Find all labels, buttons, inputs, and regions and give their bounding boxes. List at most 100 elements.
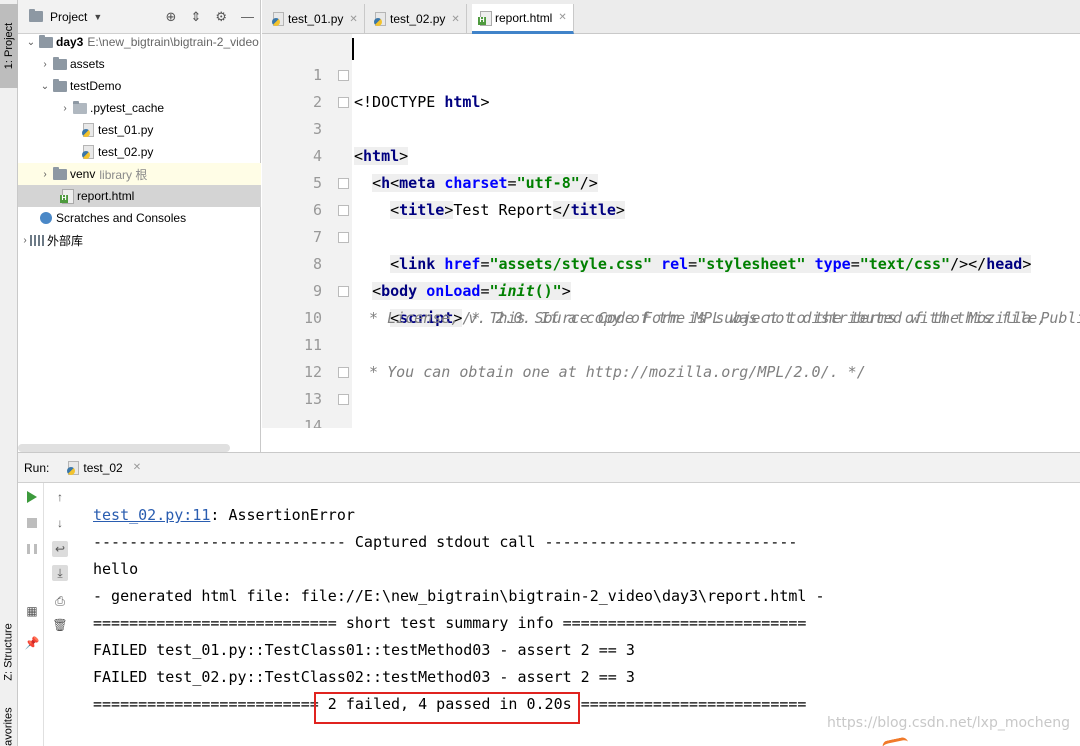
tree-item-label: venv xyxy=(70,167,96,181)
code-line: 15 return null; xyxy=(262,413,1080,428)
soft-wrap-button[interactable]: ↩ xyxy=(52,541,68,557)
console-toolbar: ↑ ↓ ↩ ⤓ ⎙ 🗑 xyxy=(50,483,76,746)
stop-icon xyxy=(27,518,37,528)
tree-item-assets[interactable]: › assets xyxy=(18,53,261,75)
tree-item-label: testDemo xyxy=(70,79,122,93)
locate-icon[interactable]: ⊕ xyxy=(166,9,177,25)
project-tool-tab-label: 1: Project xyxy=(3,22,15,70)
scroll-to-end-icon: ⤓ xyxy=(57,565,63,580)
tree-item-test-01[interactable]: test_01.py xyxy=(18,119,261,141)
fold-icon[interactable] xyxy=(338,367,349,378)
tree-item-scratches[interactable]: Scratches and Consoles xyxy=(18,207,261,229)
print-button[interactable]: ⎙ xyxy=(52,593,68,609)
code-line: 10 * You can obtain one at http://mozill… xyxy=(262,278,1080,381)
close-icon[interactable]: ✕ xyxy=(133,462,141,473)
fold-icon[interactable] xyxy=(338,286,349,297)
code-line: 13 function toArray(iter) { xyxy=(262,359,1080,408)
layout-button[interactable]: ▦ xyxy=(24,603,40,619)
scroll-down-button[interactable]: ↓ xyxy=(52,515,68,531)
tab-label: test_01.py xyxy=(288,12,344,26)
chevron-down-icon[interactable]: ▼ xyxy=(93,12,102,22)
tree-item-external-libraries[interactable]: › 外部库 xyxy=(18,229,261,251)
console-text: ========================= xyxy=(580,695,807,713)
fold-icon[interactable] xyxy=(338,178,349,189)
tree-item-pytest-cache[interactable]: › .pytest_cache xyxy=(18,97,261,119)
chevron-down-icon[interactable]: ⌄ xyxy=(40,81,50,92)
folder-icon xyxy=(53,166,67,180)
project-tool-tab[interactable]: 1: Project xyxy=(0,4,18,88)
fold-icon[interactable] xyxy=(338,394,349,405)
tree-item-test-02[interactable]: test_02.py xyxy=(18,141,261,163)
tab-test-02[interactable]: test_02.py ✕ xyxy=(368,4,467,34)
python-file-icon xyxy=(82,145,95,159)
pause-icon xyxy=(27,544,37,554)
tab-label: report.html xyxy=(495,10,553,25)
arrow-down-icon: ↓ xyxy=(57,516,63,530)
collapse-all-icon[interactable]: ⇕ xyxy=(190,9,201,25)
close-icon[interactable]: ✕ xyxy=(451,14,459,25)
chevron-right-icon[interactable]: › xyxy=(60,103,70,114)
tree-item-note: library 根 xyxy=(99,167,148,182)
tree-item-report-html[interactable]: report.html xyxy=(18,185,261,207)
project-panel: Project ▼ ⊕ ⇕ ⚙ — ⌄ day3 E:\new_bigtrain… xyxy=(18,0,261,452)
chevron-down-icon[interactable]: ⌄ xyxy=(26,37,36,48)
layout-icon: ▦ xyxy=(26,604,38,618)
fold-icon[interactable] xyxy=(338,97,349,108)
tree-item-venv[interactable]: › venv library 根 xyxy=(18,163,261,185)
tree-item-day3[interactable]: ⌄ day3 E:\new_bigtrain\bigtrain-2_video xyxy=(18,31,261,53)
tab-test-01[interactable]: test_01.py ✕ xyxy=(266,4,365,34)
trash-icon: 🗑 xyxy=(52,618,68,632)
code-line: 7 <body onLoad="init()"> xyxy=(262,197,1080,300)
code-line: 4 <meta charset="utf-8"/> xyxy=(262,116,1080,192)
tab-label: test_02.py xyxy=(390,12,446,26)
gear-icon[interactable]: ⚙ xyxy=(215,9,227,25)
hide-icon[interactable]: — xyxy=(241,9,254,25)
code-line: 11 xyxy=(262,305,1080,354)
rerun-button[interactable] xyxy=(24,489,40,505)
structure-tool-tab-label: Z: Structure xyxy=(3,623,15,681)
console-line: FAILED test_01.py::TestClass01::testMeth… xyxy=(93,641,635,659)
folder-icon xyxy=(53,78,67,92)
console-line: FAILED test_02.py::TestClass02::testMeth… xyxy=(93,668,635,686)
fold-icon[interactable] xyxy=(338,205,349,216)
fold-icon[interactable] xyxy=(338,232,349,243)
chevron-right-icon[interactable]: › xyxy=(40,59,50,70)
folder-icon xyxy=(73,100,87,114)
favorites-tool-tab[interactable]: Favorites xyxy=(0,700,18,746)
scratches-icon xyxy=(40,212,52,224)
close-icon[interactable]: ✕ xyxy=(558,12,566,23)
scroll-to-end-button[interactable]: ⤓ xyxy=(52,565,68,581)
tree-item-label: test_02.py xyxy=(98,145,154,159)
pause-button[interactable] xyxy=(24,541,40,557)
tree-item-testdemo[interactable]: ⌄ testDemo xyxy=(18,75,261,97)
structure-tool-tab[interactable]: Z: Structure xyxy=(0,610,18,694)
pin-button[interactable]: 📌 xyxy=(24,635,40,651)
editor: test_01.py ✕ test_02.py ✕ report.html ✕ … xyxy=(262,0,1080,428)
python-file-icon xyxy=(374,12,387,26)
code-line: 2 <html> xyxy=(262,62,1080,165)
tree-item-label: report.html xyxy=(77,189,135,203)
chevron-right-icon[interactable]: › xyxy=(20,235,30,246)
tree-item-label: assets xyxy=(70,57,105,71)
fold-icon[interactable] xyxy=(338,70,349,81)
horizontal-scrollbar[interactable] xyxy=(18,444,230,452)
stop-button[interactable] xyxy=(24,515,40,531)
run-label: Run: xyxy=(24,460,50,475)
result-highlight-box xyxy=(314,692,580,724)
tree-item-label: .pytest_cache xyxy=(90,101,165,115)
printer-icon: ⎙ xyxy=(55,593,65,608)
traceback-link[interactable]: test_02.py:11 xyxy=(93,506,210,524)
tree-item-label: Scratches and Consoles xyxy=(56,211,187,225)
left-tool-strip: 1: Project Z: Structure Favorites xyxy=(0,0,18,746)
console-line: test_02.py:11: AssertionError xyxy=(93,502,355,529)
scroll-up-button[interactable]: ↑ xyxy=(52,489,68,505)
project-view-icon xyxy=(29,9,43,22)
close-icon[interactable]: ✕ xyxy=(349,14,357,25)
folder-icon xyxy=(53,56,67,70)
chevron-right-icon[interactable]: › xyxy=(40,169,50,180)
project-view-selector[interactable]: Project xyxy=(50,10,87,24)
run-tab-test-02[interactable]: test_02 ✕ xyxy=(67,460,141,475)
tab-report-html[interactable]: report.html ✕ xyxy=(472,4,574,34)
clear-button[interactable]: 🗑 xyxy=(52,617,68,633)
project-toolbar: ⊕ ⇕ ⚙ — xyxy=(166,9,254,25)
